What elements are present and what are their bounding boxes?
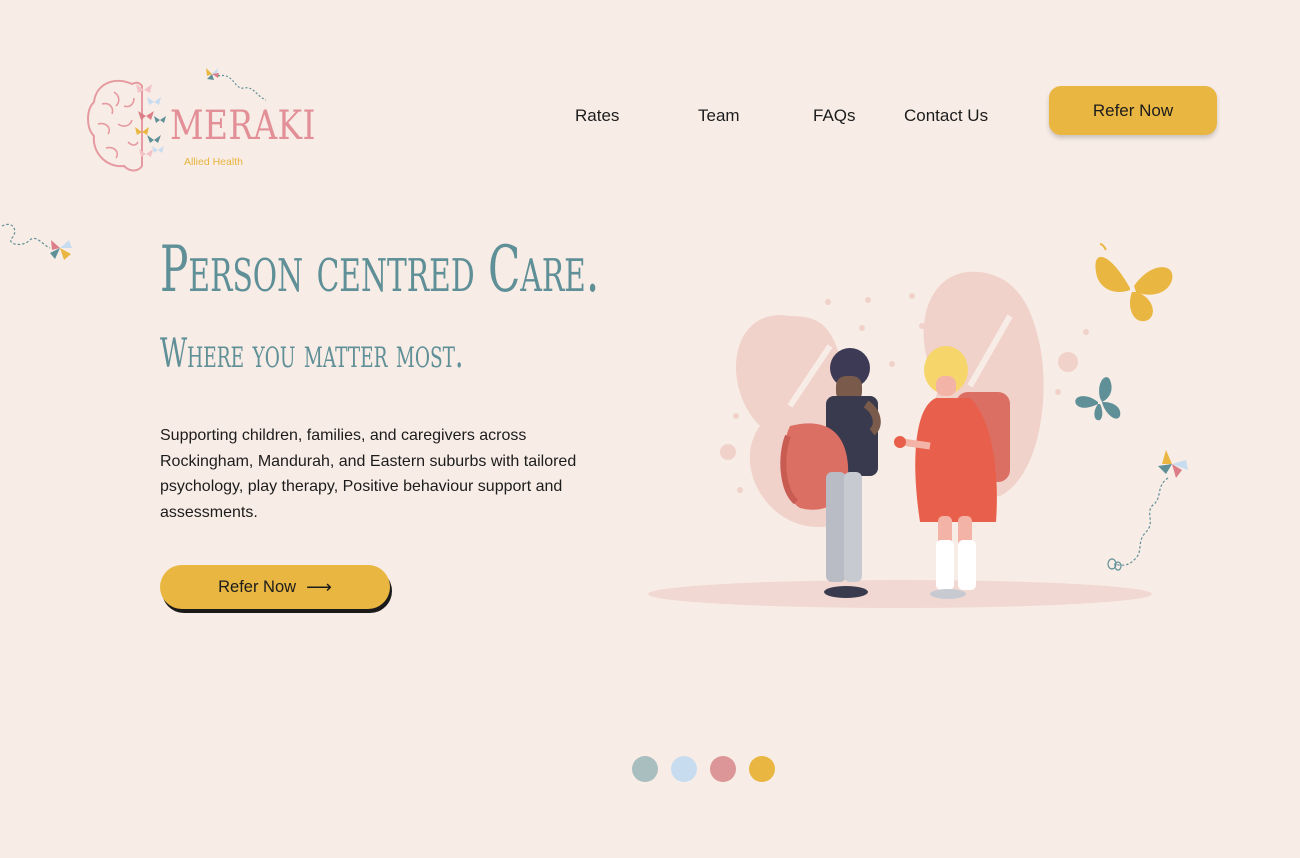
refer-now-hero-button[interactable]: Refer Now ⟶	[160, 565, 390, 609]
yellow-butterfly-icon	[1095, 243, 1173, 322]
nav-link-team[interactable]: Team	[698, 106, 740, 126]
carousel-dot-1[interactable]	[632, 756, 658, 782]
logo-wordmark: MERAKI	[170, 103, 316, 149]
carousel-dot-3[interactable]	[710, 756, 736, 782]
nav-link-contact-us[interactable]: Contact Us	[904, 106, 988, 126]
butterfly-trail-icon	[1, 223, 72, 260]
refer-now-label: Refer Now	[218, 577, 297, 596]
teal-butterfly-icon	[1075, 377, 1121, 421]
hero-title: Person centred Care.	[160, 233, 600, 307]
arrow-right-icon: ⟶	[306, 577, 332, 597]
carousel-dots	[632, 756, 775, 782]
nav-link-faqs[interactable]: FAQs	[813, 106, 856, 126]
carousel-dot-4[interactable]	[749, 756, 775, 782]
hero-subtitle: Where you matter most.	[160, 331, 464, 377]
refer-now-header-button[interactable]: Refer Now	[1049, 86, 1217, 135]
carousel-dot-2[interactable]	[671, 756, 697, 782]
meraki-logo[interactable]: MERAKI Allied Health	[84, 62, 315, 178]
nav-link-rates[interactable]: Rates	[575, 106, 619, 126]
hero-description: Supporting children, families, and careg…	[160, 427, 577, 521]
logo-tagline: Allied Health	[184, 156, 243, 168]
butterfly-trail-icon	[1107, 450, 1188, 571]
